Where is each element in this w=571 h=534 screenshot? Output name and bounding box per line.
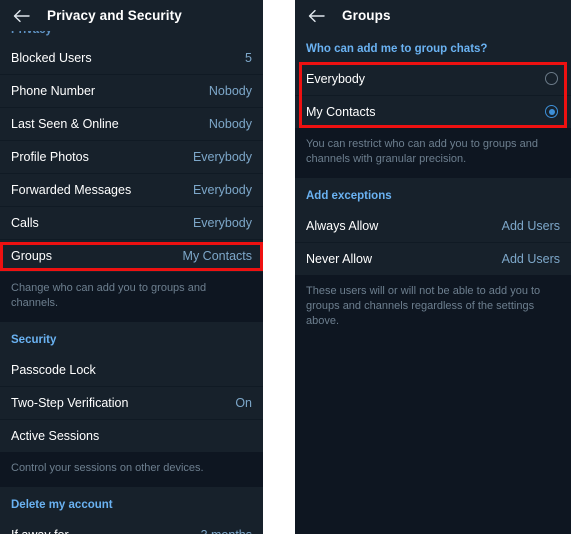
row-if-away-for[interactable]: If away for 3 months bbox=[0, 518, 263, 534]
left-scroll-body[interactable]: Privacy Blocked Users 5 Phone Number Nob… bbox=[0, 31, 263, 534]
row-value: Nobody bbox=[208, 116, 252, 131]
row-label: Always Allow bbox=[306, 218, 379, 233]
row-label: Active Sessions bbox=[11, 428, 100, 443]
back-arrow-icon[interactable] bbox=[306, 6, 326, 26]
security-section-note: Control your sessions on other devices. bbox=[0, 452, 263, 487]
row-label: Groups bbox=[11, 248, 52, 263]
radio-options-group: Everybody My Contacts bbox=[295, 62, 571, 128]
row-two-step-verification[interactable]: Two-Step Verification On bbox=[0, 386, 263, 419]
radio-button-unselected-icon[interactable] bbox=[545, 72, 558, 85]
right-scroll-body[interactable]: Who can add me to group chats? Everybody… bbox=[295, 31, 571, 534]
privacy-section-title-clipped: Privacy bbox=[0, 31, 263, 41]
options-note: You can restrict who can add you to grou… bbox=[295, 128, 571, 178]
row-label: If away for bbox=[11, 528, 69, 534]
panel-separator-gap bbox=[263, 0, 295, 534]
privacy-section-title-text: Privacy bbox=[11, 31, 52, 36]
row-groups[interactable]: Groups My Contacts bbox=[0, 239, 263, 272]
row-value: My Contacts bbox=[182, 248, 252, 263]
page-title: Groups bbox=[342, 8, 391, 23]
row-value: 5 bbox=[245, 50, 252, 65]
row-label: Last Seen & Online bbox=[11, 116, 119, 131]
right-app-header: Groups bbox=[295, 0, 571, 31]
row-label: Profile Photos bbox=[11, 149, 89, 164]
option-label: My Contacts bbox=[306, 104, 376, 119]
row-value: Everybody bbox=[192, 182, 252, 197]
row-last-seen-and-online[interactable]: Last Seen & Online Nobody bbox=[0, 107, 263, 140]
row-label: Phone Number bbox=[11, 83, 96, 98]
add-exceptions-title: Add exceptions bbox=[295, 178, 571, 209]
row-value: Everybody bbox=[192, 149, 252, 164]
add-users-link[interactable]: Add Users bbox=[502, 219, 560, 233]
groups-privacy-screen: Groups Who can add me to group chats? Ev… bbox=[295, 0, 571, 534]
back-arrow-icon[interactable] bbox=[11, 6, 31, 26]
row-calls[interactable]: Calls Everybody bbox=[0, 206, 263, 239]
radio-dot bbox=[548, 108, 555, 115]
privacy-section-note: Change who can add you to groups and cha… bbox=[0, 272, 263, 322]
row-profile-photos[interactable]: Profile Photos Everybody bbox=[0, 140, 263, 173]
option-my-contacts[interactable]: My Contacts bbox=[295, 95, 571, 128]
row-blocked-users[interactable]: Blocked Users 5 bbox=[0, 41, 263, 74]
row-label: Passcode Lock bbox=[11, 362, 96, 377]
option-label: Everybody bbox=[306, 71, 366, 86]
radio-button-selected-icon[interactable] bbox=[545, 105, 558, 118]
row-label: Forwarded Messages bbox=[11, 182, 132, 197]
row-label: Calls bbox=[11, 215, 39, 230]
row-never-allow[interactable]: Never Allow Add Users bbox=[295, 242, 571, 275]
row-value: Nobody bbox=[208, 83, 252, 98]
left-app-header: Privacy and Security bbox=[0, 0, 263, 31]
row-forwarded-messages[interactable]: Forwarded Messages Everybody bbox=[0, 173, 263, 206]
privacy-rows-group: Blocked Users 5 Phone Number Nobody Last… bbox=[0, 41, 263, 272]
row-passcode-lock[interactable]: Passcode Lock bbox=[0, 353, 263, 386]
row-value: 3 months bbox=[201, 528, 252, 534]
row-active-sessions[interactable]: Active Sessions bbox=[0, 419, 263, 452]
row-phone-number[interactable]: Phone Number Nobody bbox=[0, 74, 263, 107]
row-label: Two-Step Verification bbox=[11, 395, 129, 410]
option-everybody[interactable]: Everybody bbox=[295, 62, 571, 95]
screenshot-root: Privacy and Security Privacy Blocked Use… bbox=[0, 0, 571, 534]
exception-rows-group: Always Allow Add Users Never Allow Add U… bbox=[295, 209, 571, 275]
who-can-add-me-title: Who can add me to group chats? bbox=[295, 31, 571, 62]
page-title: Privacy and Security bbox=[47, 8, 182, 23]
add-users-link[interactable]: Add Users bbox=[502, 252, 560, 266]
delete-account-section-title[interactable]: Delete my account bbox=[0, 487, 263, 518]
row-value: On bbox=[235, 395, 252, 410]
privacy-and-security-screen: Privacy and Security Privacy Blocked Use… bbox=[0, 0, 263, 534]
row-value: Everybody bbox=[192, 215, 252, 230]
row-label: Blocked Users bbox=[11, 50, 92, 65]
delete-rows-group: If away for 3 months bbox=[0, 518, 263, 534]
security-section-title: Security bbox=[0, 322, 263, 353]
row-always-allow[interactable]: Always Allow Add Users bbox=[295, 209, 571, 242]
exceptions-note: These users will or will not be able to … bbox=[295, 275, 571, 340]
security-rows-group: Passcode Lock Two-Step Verification On A… bbox=[0, 353, 263, 452]
row-label: Never Allow bbox=[306, 251, 372, 266]
